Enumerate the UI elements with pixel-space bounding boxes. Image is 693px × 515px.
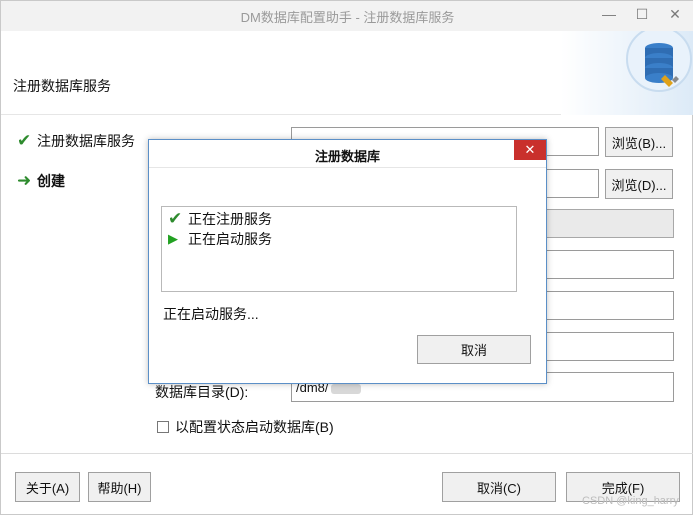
db-dir-label: 数据库目录(D): (155, 384, 249, 400)
minimize-button[interactable]: — (593, 1, 625, 29)
maximize-button[interactable]: ☐ (626, 1, 658, 29)
dialog-status: 正在启动服务... (163, 306, 259, 322)
arrow-right-icon: ➜ (17, 171, 32, 190)
redacted-text (330, 383, 361, 394)
page-header: 注册数据库服务 (1, 31, 693, 115)
checkmark-icon: ✔ (17, 131, 32, 150)
about-button[interactable]: 关于(A) (15, 472, 80, 502)
cancel-button[interactable]: 取消(C) (442, 472, 556, 502)
list-item: ✔ 正在注册服务 (168, 209, 272, 229)
checkmark-icon: ✔ (168, 209, 183, 228)
page-title: 注册数据库服务 (13, 78, 111, 94)
checkbox-box[interactable] (157, 421, 169, 433)
register-dialog: 注册数据库 ✕ ✔ 正在注册服务 ▶ 正在启动服务 正在启动服务... 取消 (148, 139, 547, 384)
browse-d-button[interactable]: 浏览(D)... (605, 169, 673, 199)
dialog-title-bar: 注册数据库 ✕ (149, 140, 546, 168)
item-label: 正在启动服务 (188, 231, 272, 247)
step-label: 创建 (37, 173, 65, 189)
dialog-cancel-button[interactable]: 取消 (417, 335, 531, 364)
footer-divider (1, 453, 693, 454)
step-create: ➜ 创建 (17, 171, 65, 191)
config-start-label: 以配置状态启动数据库(B) (175, 419, 334, 435)
config-start-checkbox[interactable]: 以配置状态启动数据库(B) (157, 417, 334, 437)
main-window: DM数据库配置助手 - 注册数据库服务 — ☐ ✕ 注册数据库服务 ✔ 注册数据… (0, 0, 693, 515)
dialog-close-button[interactable]: ✕ (514, 140, 546, 160)
step-register-service: ✔ 注册数据库服务 (17, 131, 135, 151)
step-label: 注册数据库服务 (37, 133, 135, 149)
dialog-title: 注册数据库 (314, 149, 380, 164)
close-button[interactable]: ✕ (659, 1, 691, 29)
list-item: ▶ 正在启动服务 (168, 229, 272, 249)
watermark: CSDN @king_harry (582, 495, 679, 507)
help-button[interactable]: 帮助(H) (88, 472, 151, 502)
browse-b-button[interactable]: 浏览(B)... (605, 127, 673, 157)
title-bar: DM数据库配置助手 - 注册数据库服务 — ☐ ✕ (1, 1, 693, 31)
window-title: DM数据库配置助手 - 注册数据库服务 (240, 10, 455, 25)
progress-list: ✔ 正在注册服务 ▶ 正在启动服务 (161, 206, 517, 292)
item-label: 正在注册服务 (188, 211, 272, 227)
play-icon: ▶ (168, 231, 178, 246)
database-logo-icon (561, 31, 693, 115)
